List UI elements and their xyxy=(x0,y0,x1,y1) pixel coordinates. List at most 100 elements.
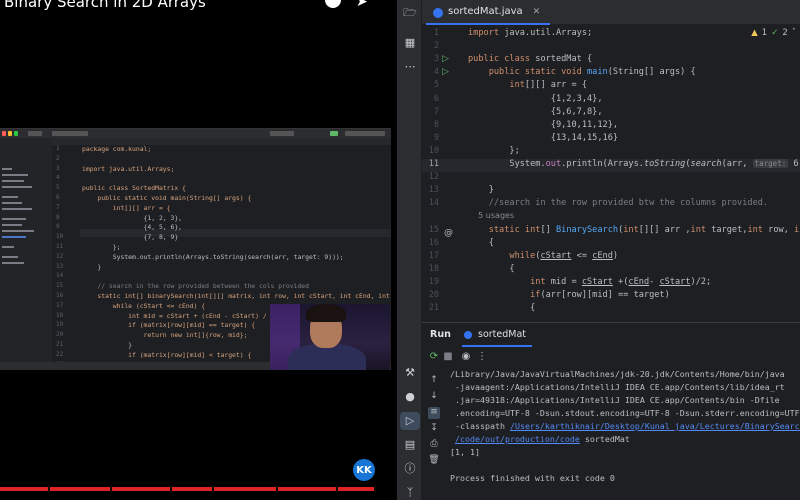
line-number: 18 xyxy=(428,263,439,274)
code-token: } xyxy=(468,185,494,196)
tab-sortedmat[interactable]: sortedMat.java ✕ xyxy=(426,0,551,25)
frame-code-line: {4, 5, 6}, xyxy=(82,223,183,232)
folder-icon[interactable]: 🗁 xyxy=(403,6,417,20)
chevron-up-icon[interactable]: ˆ xyxy=(792,28,796,38)
code-line: { xyxy=(468,264,514,274)
share-icon[interactable]: ➤ xyxy=(356,0,372,10)
code-line: int[][] arr = { xyxy=(468,80,587,90)
frame-code-line: } xyxy=(82,262,102,271)
soft-wrap-icon[interactable]: ≡ xyxy=(428,407,440,419)
run-tab-sortedmat[interactable]: sortedMat xyxy=(462,323,533,347)
print-icon[interactable]: ⎙ xyxy=(428,439,440,451)
line-number: 1 xyxy=(433,28,439,38)
inspection-widget[interactable]: ▲ 1 ✓ 2 ˆ xyxy=(751,28,796,38)
debug-icon[interactable]: ● xyxy=(403,390,417,404)
classpath-link[interactable]: /Users/karthiknair/Desktop/Kunal java/Le… xyxy=(510,421,800,431)
more-icon[interactable]: ⋯ xyxy=(403,60,417,74)
code-token: cStart xyxy=(659,276,691,287)
code-token: java.util.Arrays; xyxy=(504,28,593,38)
run-header: Run sortedMat xyxy=(422,323,800,347)
console-line: -javaagent:/Applications/IntelliJ IDEA C… xyxy=(450,382,785,392)
frame-code-line: {1, 2, 3}, xyxy=(82,213,183,222)
code-token: [][] arr = { xyxy=(524,80,588,91)
code-line: {9,10,11,12}, xyxy=(468,120,618,130)
code-line: { xyxy=(468,303,535,313)
run-main-icon[interactable]: ▷ xyxy=(442,67,449,77)
hammer-icon[interactable]: ⚒ xyxy=(403,366,417,380)
run-side-toolbar: ↑ ↓ ≡ ↧ ⎙ 🗑 xyxy=(422,369,444,500)
code-token: int xyxy=(747,224,769,235)
arrow-down-icon[interactable]: ↓ xyxy=(428,391,440,403)
line-number: 14 xyxy=(428,198,439,209)
code-token: [] xyxy=(540,224,556,235)
classpath-link[interactable]: /code/out/production/code xyxy=(455,434,580,444)
code-line: {13,14,15,16} xyxy=(468,133,618,143)
trash-icon[interactable]: 🗑 xyxy=(428,455,440,467)
code-line: static int[] BinarySearch(int[][] arr ,i… xyxy=(468,225,800,235)
channel-logo[interactable]: KK xyxy=(353,459,375,481)
code-token: { xyxy=(468,303,536,314)
weak-warning-count: 2 xyxy=(782,28,788,38)
frame-line-number: 19 xyxy=(56,321,64,329)
code-token: //search in the row provided btw the col… xyxy=(468,198,769,209)
code-line: { xyxy=(468,238,494,248)
run-toolbar: ⟳ ■ ◉ ⋮ xyxy=(422,349,800,367)
code-token: target, xyxy=(711,224,748,235)
console-line: .encoding=UTF-8 -Dsun.stdout.encoding=UT… xyxy=(450,408,800,418)
frame-line-number: 2 xyxy=(56,154,60,162)
structure-icon[interactable]: ▦ xyxy=(403,36,417,50)
code-token: import xyxy=(468,28,505,38)
git-icon[interactable]: ᛉ xyxy=(403,486,417,500)
more-icon[interactable]: ⋮ xyxy=(476,351,488,362)
code-token: )/2; xyxy=(690,276,712,287)
run-tool-icon[interactable]: ▷ xyxy=(400,412,420,430)
console-line: /code/out/production/code sortedMat xyxy=(455,434,630,444)
code-token: (arr[row][mid] == target) xyxy=(540,290,670,300)
code-line: public static void main(String[] args) { xyxy=(468,67,696,77)
frame-code-line: static int[] binarySearch(int[][] matrix… xyxy=(82,292,391,300)
console-line: -classpath /Users/karthiknair/Desktop/Ku… xyxy=(450,421,800,431)
run-console[interactable]: /Library/Java/JavaVirtualMachines/jdk-20… xyxy=(450,369,800,500)
video-progress-bar[interactable] xyxy=(0,487,397,491)
code-token: row, xyxy=(768,224,795,235)
camera-icon[interactable]: ◉ xyxy=(460,351,472,362)
code-line: System.out.println(Arrays.toString(searc… xyxy=(468,159,800,169)
console-exit-line: Process finished with exit code 0 xyxy=(450,473,615,483)
code-editor[interactable]: ▲ 1 ✓ 2 ˆ ▷ ▷ @ 1 import java.util.Arrays… xyxy=(422,25,800,322)
code-token: }; xyxy=(468,145,520,156)
problems-icon[interactable]: ⓘ xyxy=(403,462,417,476)
console-line: /Library/Java/JavaVirtualMachines/jdk-20… xyxy=(450,369,785,379)
frame-line-number: 12 xyxy=(56,252,64,260)
line-number: 21 xyxy=(428,303,439,314)
scroll-to-end-icon[interactable]: ↧ xyxy=(428,423,440,435)
parameter-hint: target: xyxy=(752,159,789,168)
ide-window: 🗁 ▦ ⋯ ⚒ ● ▷ ▤ ⓘ ᛉ sortedMat.java ✕ ▲ 1 ✓… xyxy=(397,0,800,500)
code-token: {5,6,7,8}, xyxy=(468,106,603,117)
watch-later-icon[interactable] xyxy=(325,0,341,8)
close-icon[interactable]: ✕ xyxy=(533,7,541,17)
code-line: }; xyxy=(468,145,520,156)
line-number: 19 xyxy=(428,276,439,287)
frame-line-number: 6 xyxy=(56,194,60,201)
warning-count: 1 xyxy=(761,28,768,38)
line-number: 2 xyxy=(433,41,439,52)
line-number: 15 xyxy=(428,224,439,235)
run-class-icon[interactable]: ▷ xyxy=(442,54,449,64)
console-line: .jar=49318:/Applications/IntelliJ IDEA C… xyxy=(450,395,780,405)
code-token: search xyxy=(690,159,722,169)
code-token: while xyxy=(468,250,536,261)
code-token: { xyxy=(468,237,494,248)
code-line: } xyxy=(468,185,494,195)
line-number: 5 xyxy=(433,80,439,91)
video-player[interactable]: Binary Search in 2D Arrays ➤ 1 package c… xyxy=(0,0,397,500)
arrow-up-icon[interactable]: ↑ xyxy=(428,375,440,387)
rerun-icon[interactable]: ⟳ xyxy=(428,351,440,362)
code-token: toString xyxy=(643,159,686,169)
frame-line-number: 1 xyxy=(56,145,60,152)
frame-line-number: 4 xyxy=(56,174,60,182)
code-line: {1,2,3,4}, xyxy=(468,94,603,104)
stop-icon[interactable]: ■ xyxy=(442,351,454,362)
terminal-icon[interactable]: ▤ xyxy=(403,438,417,452)
frame-line-number: 18 xyxy=(56,311,64,319)
java-file-icon xyxy=(433,8,443,18)
